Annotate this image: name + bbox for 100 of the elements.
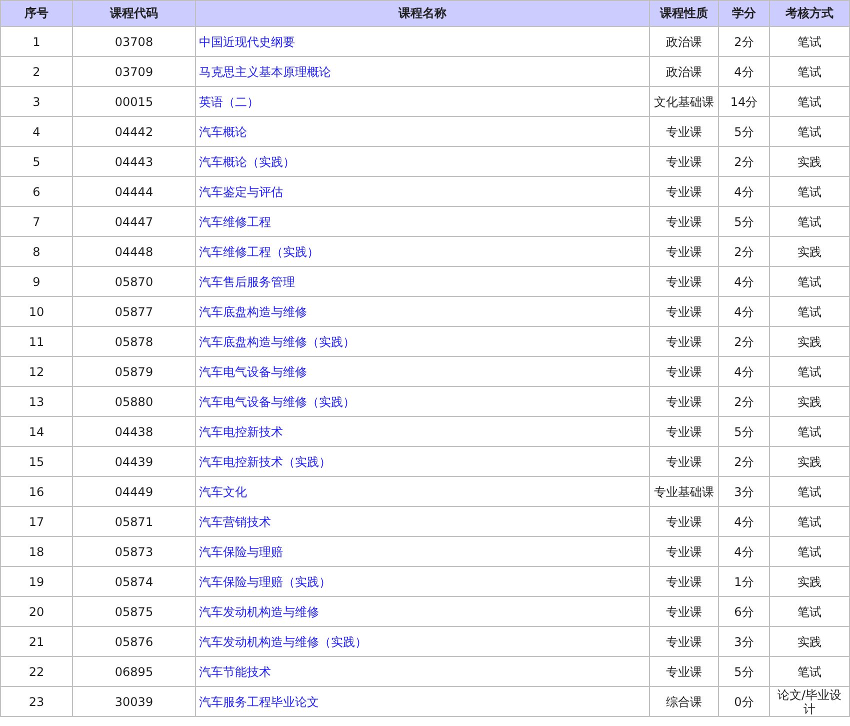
column-header: 课程性质 [650, 0, 718, 26]
column-header: 课程代码 [72, 0, 196, 26]
table-cell: 05875 [72, 596, 196, 626]
table-cell: 04449 [72, 476, 196, 506]
course-link[interactable]: 中国近现代史纲要 [199, 34, 295, 48]
course-link[interactable]: 汽车服务工程毕业论文 [199, 694, 319, 708]
table-cell: 05876 [72, 626, 196, 656]
course-link[interactable]: 汽车营销技术 [199, 514, 271, 528]
table-cell: 2分 [718, 326, 770, 356]
table-cell: 笔试 [770, 476, 850, 506]
table-cell: 4分 [718, 56, 770, 86]
table-cell: 专业课 [650, 326, 718, 356]
course-link[interactable]: 汽车底盘构造与维修 [199, 304, 307, 318]
table-cell: 专业课 [650, 146, 718, 176]
table-cell: 22 [0, 656, 72, 686]
table-cell: 专业课 [650, 566, 718, 596]
table-cell: 10 [0, 296, 72, 326]
course-link[interactable]: 汽车维修工程 [199, 214, 271, 228]
course-link[interactable]: 汽车文化 [199, 484, 247, 498]
table-cell: 笔试 [770, 356, 850, 386]
table-cell: 2分 [718, 236, 770, 266]
table-cell: 综合课 [650, 686, 718, 716]
table-cell: 笔试 [770, 296, 850, 326]
table-cell: 实践 [770, 146, 850, 176]
course-link[interactable]: 汽车维修工程（实践） [199, 244, 319, 258]
table-cell: 04444 [72, 176, 196, 206]
table-cell: 05877 [72, 296, 196, 326]
table-cell: 15 [0, 446, 72, 476]
course-link[interactable]: 汽车概论 [199, 124, 247, 138]
table-cell: 实践 [770, 626, 850, 656]
table-cell: 笔试 [770, 26, 850, 56]
table-cell: 5分 [718, 206, 770, 236]
course-link[interactable]: 汽车保险与理赔 [199, 544, 283, 558]
table-cell: 4 [0, 116, 72, 146]
table-cell: 9 [0, 266, 72, 296]
table-cell: 1分 [718, 566, 770, 596]
course-link[interactable]: 汽车发动机构造与维修 [199, 604, 319, 618]
table-cell: 实践 [770, 446, 850, 476]
table-cell: 专业基础课 [650, 476, 718, 506]
table-cell: 实践 [770, 566, 850, 596]
table-cell: 04438 [72, 416, 196, 446]
table-cell: 1 [0, 26, 72, 56]
table-cell: 笔试 [770, 266, 850, 296]
table-cell: 04443 [72, 146, 196, 176]
table-cell: 30039 [72, 686, 196, 716]
table-cell: 3 [0, 86, 72, 116]
table-cell: 专业课 [650, 596, 718, 626]
table-cell: 2分 [718, 146, 770, 176]
table-cell: 05879 [72, 356, 196, 386]
course-link[interactable]: 汽车鉴定与评估 [199, 184, 283, 198]
table-cell: 05870 [72, 266, 196, 296]
table-cell: 6分 [718, 596, 770, 626]
table-cell: 16 [0, 476, 72, 506]
course-link[interactable]: 汽车电气设备与维修（实践） [199, 394, 355, 408]
table-cell: 笔试 [770, 56, 850, 86]
table-cell: 文化基础课 [650, 86, 718, 116]
table-cell: 23 [0, 686, 72, 716]
table-cell: 11 [0, 326, 72, 356]
table-cell: 12 [0, 356, 72, 386]
table-cell: 04448 [72, 236, 196, 266]
course-link[interactable]: 汽车售后服务管理 [199, 274, 295, 288]
course-link[interactable]: 英语（二） [199, 94, 259, 108]
table-cell: 笔试 [770, 656, 850, 686]
table-cell: 专业课 [650, 296, 718, 326]
table-cell: 笔试 [770, 206, 850, 236]
table-cell: 笔试 [770, 176, 850, 206]
column-header: 课程名称 [196, 0, 650, 26]
table-cell: 7 [0, 206, 72, 236]
course-link[interactable]: 汽车发动机构造与维修（实践） [199, 634, 367, 648]
table-cell: 05871 [72, 506, 196, 536]
table-cell: 笔试 [770, 536, 850, 566]
table-cell: 2分 [718, 446, 770, 476]
course-link[interactable]: 汽车概论（实践） [199, 154, 295, 168]
table-cell: 4分 [718, 506, 770, 536]
table-cell: 专业课 [650, 176, 718, 206]
table-cell: 14分 [718, 86, 770, 116]
course-link[interactable]: 汽车电控新技术（实践） [199, 454, 331, 468]
table-cell: 05878 [72, 326, 196, 356]
table-cell: 笔试 [770, 596, 850, 626]
table-cell: 04447 [72, 206, 196, 236]
course-link[interactable]: 汽车底盘构造与维修（实践） [199, 334, 355, 348]
course-link[interactable]: 汽车电控新技术 [199, 424, 283, 438]
table-cell: 政治课 [650, 26, 718, 56]
table-cell: 14 [0, 416, 72, 446]
column-header: 序号 [0, 0, 72, 26]
table-cell: 专业课 [650, 536, 718, 566]
table-cell: 实践 [770, 326, 850, 356]
table-cell: 3分 [718, 626, 770, 656]
table-cell: 笔试 [770, 116, 850, 146]
table-cell: 专业课 [650, 506, 718, 536]
table-cell: 03709 [72, 56, 196, 86]
table-cell: 06895 [72, 656, 196, 686]
table-cell: 4分 [718, 176, 770, 206]
course-link[interactable]: 马克思主义基本原理概论 [199, 64, 331, 78]
course-link[interactable]: 汽车保险与理赔（实践） [199, 574, 331, 588]
table-cell: 4分 [718, 266, 770, 296]
course-link[interactable]: 汽车节能技术 [199, 664, 271, 678]
table-cell: 2 [0, 56, 72, 86]
table-cell: 笔试 [770, 86, 850, 116]
course-link[interactable]: 汽车电气设备与维修 [199, 364, 307, 378]
